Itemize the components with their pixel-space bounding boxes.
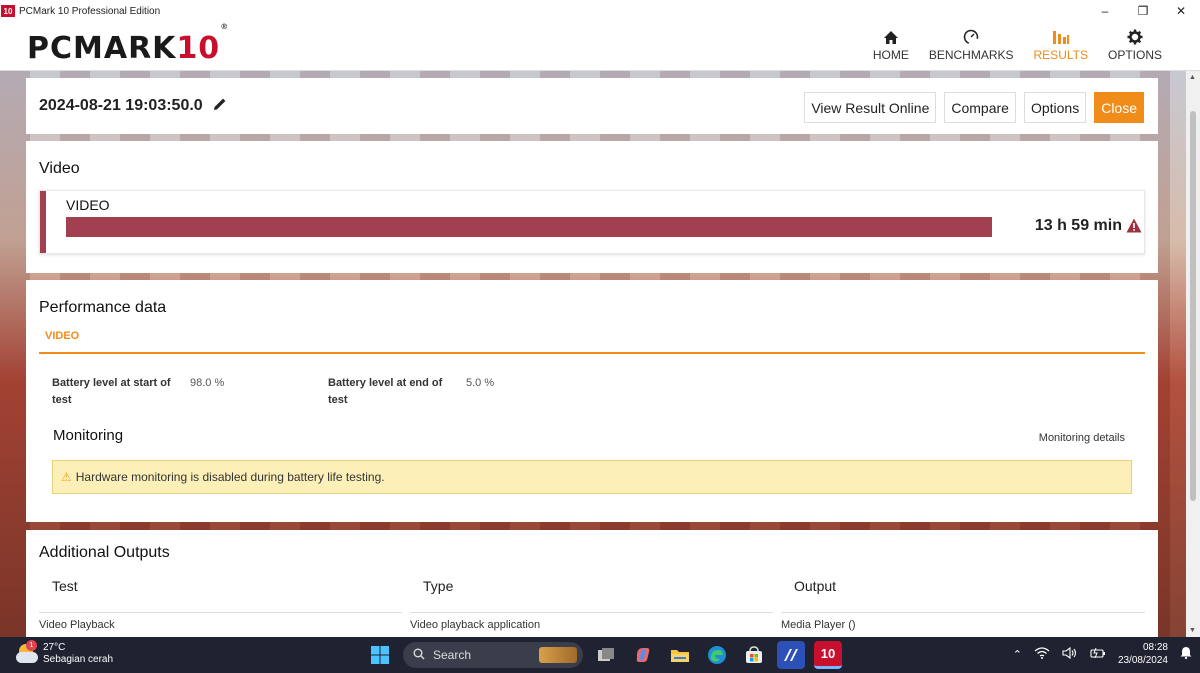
video-section-title: Video	[39, 160, 80, 177]
home-icon	[883, 26, 899, 48]
scroll-down-icon[interactable]: ▼	[1189, 627, 1196, 634]
battery-end-label: Battery level at end of test	[328, 377, 443, 406]
microsoft-store-icon[interactable]	[740, 641, 768, 669]
additional-outputs-title: Additional Outputs	[39, 544, 170, 561]
monitoring-details-link[interactable]: Monitoring details	[1039, 432, 1125, 444]
vertical-scrollbar[interactable]: ▲ ▼	[1186, 71, 1200, 637]
monitoring-disabled-notice: ⚠ Hardware monitoring is disabled during…	[52, 460, 1132, 494]
copilot-icon[interactable]	[629, 641, 657, 669]
system-clock[interactable]: 08:28 23/08/2024	[1118, 641, 1168, 667]
result-header: 2024-08-21 19:03:50.0 View Result Online…	[26, 78, 1158, 134]
nav-results[interactable]: RESULTS	[1024, 26, 1098, 62]
view-result-online-button[interactable]: View Result Online	[804, 92, 937, 123]
video-section: Video VIDEO 13 h 59 min	[26, 141, 1158, 273]
weather-condition: Sebagian cerah	[43, 654, 114, 665]
taskbar-apps: Search 10	[366, 641, 842, 669]
column-divider	[410, 612, 773, 613]
warning-icon[interactable]	[1126, 218, 1142, 234]
table-cell-output: Media Player ()	[781, 619, 856, 631]
notice-text: Hardware monitoring is disabled during b…	[75, 470, 385, 484]
volume-icon[interactable]	[1062, 646, 1078, 662]
battery-start-value: 98.0 %	[190, 377, 225, 389]
wifi-icon[interactable]	[1034, 646, 1050, 662]
search-highlight-image	[539, 647, 577, 663]
windows-taskbar: 1 27°C Sebagian cerah Search 10 ⌃ 08:28 …	[0, 637, 1200, 673]
nav-home[interactable]: HOME	[863, 26, 919, 62]
notification-badge: 1	[26, 640, 37, 651]
file-explorer-icon[interactable]	[666, 641, 694, 669]
window-title: PCMark 10 Professional Edition	[19, 5, 161, 17]
table-cell-test: Video Playback	[39, 619, 115, 631]
search-icon	[413, 648, 425, 663]
video-score-bar	[66, 217, 992, 237]
column-divider	[781, 612, 1145, 613]
restore-button[interactable]: ❐	[1124, 0, 1162, 22]
battery-start-label: Battery level at start of test	[52, 377, 171, 406]
close-result-button[interactable]: Close	[1094, 92, 1144, 123]
compare-button[interactable]: Compare	[944, 92, 1016, 123]
nav-results-label: RESULTS	[1033, 48, 1088, 62]
tab-underline	[39, 352, 1145, 354]
nav-benchmarks-label: BENCHMARKS	[928, 48, 1014, 62]
column-header-test: Test	[52, 578, 78, 594]
performance-title: Performance data	[39, 299, 167, 316]
nav-benchmarks[interactable]: BENCHMARKS	[919, 26, 1024, 62]
weather-temperature: 27°C	[43, 642, 66, 653]
pcmark-logo: PCMARK10®	[27, 22, 230, 66]
performance-section: Performance data VIDEO Battery level at …	[26, 280, 1158, 522]
search-placeholder: Search	[433, 648, 472, 662]
result-date: 2024-08-21 19:03:50.0	[39, 97, 203, 114]
video-accent-bar	[40, 191, 46, 253]
nav-home-label: HOME	[872, 48, 909, 62]
column-divider	[39, 612, 402, 613]
gauge-icon	[963, 26, 979, 48]
nav-options-label: OPTIONS	[1107, 48, 1162, 62]
clock-date: 23/08/2024	[1117, 655, 1168, 666]
window-controls: – ❐ ✕	[1086, 0, 1200, 22]
scroll-up-icon[interactable]: ▲	[1189, 74, 1196, 81]
app-icon-blue[interactable]	[777, 641, 805, 669]
monitoring-title: Monitoring	[53, 427, 124, 444]
windows-start-icon[interactable]	[366, 641, 394, 669]
notification-bell-icon[interactable]	[1180, 646, 1192, 662]
minimize-button[interactable]: –	[1086, 0, 1124, 22]
partly-cloudy-icon: 1	[16, 640, 38, 665]
video-score-value: 13 h 59 min	[1034, 217, 1122, 234]
app-header: PCMARK10® HOME BENCHMARKS RESULTS OPTION…	[0, 22, 1200, 71]
bar-chart-icon	[1052, 26, 1070, 48]
taskbar-search[interactable]: Search	[403, 642, 583, 668]
weather-widget[interactable]: 1 27°C Sebagian cerah	[16, 640, 114, 666]
column-header-type: Type	[423, 578, 454, 594]
battery-end-value: 5.0 %	[466, 377, 495, 389]
title-bar: 10 PCMark 10 Professional Edition – ❐ ✕	[0, 0, 1200, 22]
edge-browser-icon[interactable]	[703, 641, 731, 669]
column-header-output: Output	[794, 578, 837, 594]
pencil-icon[interactable]	[213, 97, 227, 114]
close-window-button[interactable]: ✕	[1162, 0, 1200, 22]
result-actions: View Result Online Compare Options Close	[804, 92, 1144, 123]
video-label: VIDEO	[66, 197, 110, 213]
scroll-thumb[interactable]	[1190, 111, 1196, 501]
additional-outputs-section: Additional Outputs Test Type Output Vide…	[26, 530, 1158, 637]
clock-time: 08:28	[1142, 642, 1168, 653]
show-hidden-icons-icon[interactable]: ⌃	[1013, 648, 1022, 661]
system-tray: ⌃ 08:28 23/08/2024	[1013, 641, 1192, 667]
pcmark-taskbar-icon[interactable]: 10	[814, 641, 842, 669]
options-button[interactable]: Options	[1023, 92, 1087, 123]
table-cell-type: Video playback application	[410, 619, 541, 631]
nav-options[interactable]: OPTIONS	[1098, 26, 1172, 62]
warning-icon: ⚠	[61, 470, 72, 484]
pcmark-app-icon: 10	[1, 5, 15, 17]
video-score-panel: VIDEO 13 h 59 min	[39, 190, 1145, 254]
battery-icon[interactable]	[1090, 647, 1106, 662]
task-view-icon[interactable]	[592, 641, 620, 669]
tab-video[interactable]: VIDEO	[45, 330, 79, 342]
gear-icon	[1127, 26, 1143, 48]
main-nav: HOME BENCHMARKS RESULTS OPTIONS	[863, 26, 1172, 62]
